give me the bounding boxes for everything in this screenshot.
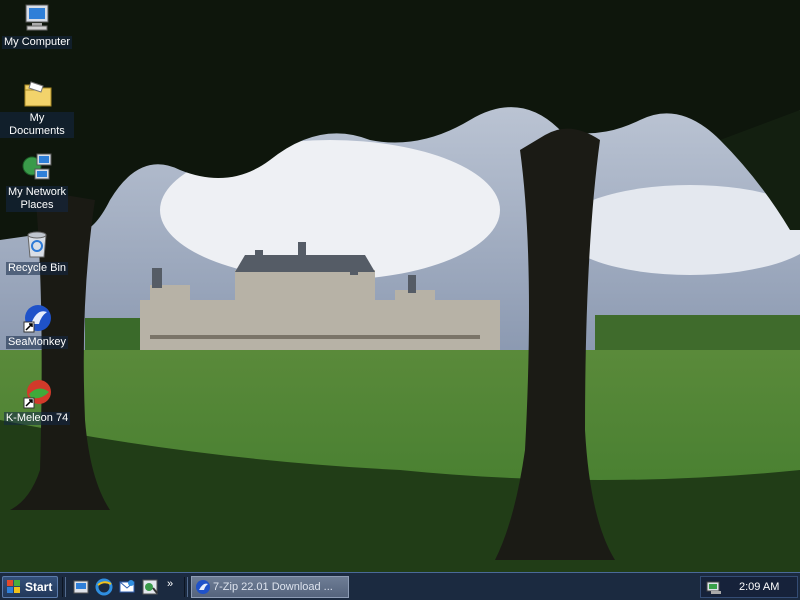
desktop-icon-label: My Computer bbox=[1, 36, 73, 49]
desktop-icon-my-computer[interactable]: My Computer bbox=[0, 2, 74, 49]
internet-explorer-icon[interactable] bbox=[95, 578, 113, 596]
taskbar: Start » 7-Zip 22.01 Download ... 2:09 AM bbox=[0, 572, 800, 600]
network-tray-icon[interactable] bbox=[706, 579, 722, 595]
desktop-icon-my-documents[interactable]: My Documents bbox=[0, 78, 74, 138]
desktop-icon-k-meleon[interactable]: K-Meleon 74 bbox=[0, 378, 74, 425]
system-tray: 2:09 AM bbox=[700, 576, 798, 598]
windows-logo-icon bbox=[7, 580, 21, 594]
desktop-icon-label: My Network Places bbox=[5, 186, 69, 212]
taskbar-window-button[interactable]: 7-Zip 22.01 Download ... bbox=[191, 576, 349, 598]
desktop-icon-label: K-Meleon 74 bbox=[3, 412, 71, 425]
desktop-icon-recycle-bin[interactable]: Recycle Bin bbox=[0, 228, 74, 275]
seamonkey-small-icon bbox=[195, 579, 211, 595]
taskbar-window-title: 7-Zip 22.01 Download ... bbox=[213, 581, 333, 593]
quick-launch-more-button[interactable]: » bbox=[167, 578, 173, 590]
start-button[interactable]: Start bbox=[2, 576, 58, 598]
taskbar-separator bbox=[184, 577, 188, 597]
desktop-icon-network-places[interactable]: My Network Places bbox=[0, 152, 74, 212]
k-meleon-icon bbox=[21, 378, 53, 410]
media-player-icon[interactable] bbox=[141, 578, 159, 596]
desktop-icon-label: My Documents bbox=[0, 112, 74, 138]
desktop-icon-label: Recycle Bin bbox=[5, 262, 69, 275]
desktop: My Computer My Documents My Network Place… bbox=[0, 0, 800, 572]
taskbar-separator bbox=[62, 577, 66, 597]
desktop-icon-label: SeaMonkey bbox=[5, 336, 69, 349]
network-places-icon bbox=[21, 152, 53, 184]
wallpaper-image bbox=[0, 0, 800, 572]
outlook-express-icon[interactable] bbox=[118, 578, 136, 596]
recycle-bin-icon bbox=[21, 228, 53, 260]
show-desktop-icon[interactable] bbox=[72, 578, 90, 596]
my-computer-icon bbox=[21, 2, 53, 34]
desktop-icon-seamonkey[interactable]: SeaMonkey bbox=[0, 302, 74, 349]
my-documents-icon bbox=[21, 78, 53, 110]
seamonkey-icon bbox=[21, 302, 53, 334]
clock[interactable]: 2:09 AM bbox=[739, 581, 779, 593]
start-label: Start bbox=[25, 580, 53, 594]
